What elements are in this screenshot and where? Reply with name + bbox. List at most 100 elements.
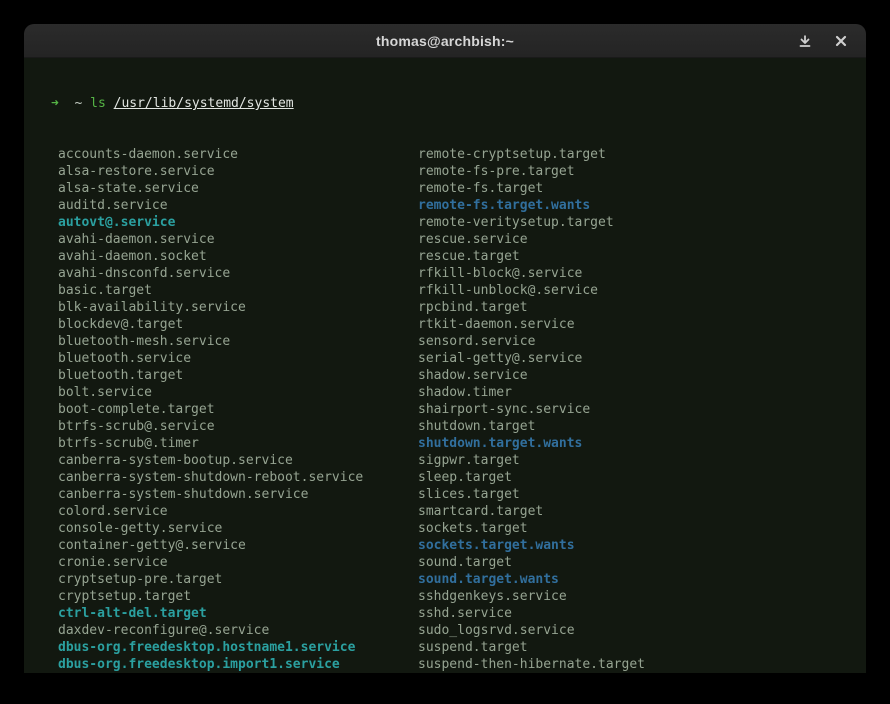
file-entry: suspend-then-hibernate.target [418, 657, 645, 672]
titlebar[interactable]: thomas@archbish:~ [24, 24, 866, 58]
file-entry: boot-complete.target [58, 401, 418, 418]
terminal-output[interactable]: ➜ ~ ls /usr/lib/systemd/system accounts-… [24, 58, 866, 673]
file-entry: btrfs-scrub@.timer [58, 435, 418, 452]
file-row: auditd.serviceremote-fs.target.wants [51, 197, 866, 214]
file-entry: basic.target [58, 282, 418, 299]
file-row: blockdev@.targetrtkit-daemon.service [51, 316, 866, 333]
file-entry: shadow.service [418, 368, 528, 383]
file-entry: smartcard.target [418, 504, 543, 519]
file-listing: accounts-daemon.serviceremote-cryptsetup… [51, 146, 866, 673]
close-button[interactable] [830, 30, 852, 52]
titlebar-buttons [794, 24, 852, 57]
file-entry: blk-availability.service [58, 299, 418, 316]
file-entry: remote-fs.target.wants [418, 198, 590, 213]
prompt-line: ➜ ~ ls /usr/lib/systemd/system [51, 95, 866, 112]
file-entry: sound.target.wants [418, 572, 559, 587]
file-row: colord.servicesmartcard.target [51, 503, 866, 520]
file-entry: avahi-daemon.service [58, 231, 418, 248]
file-entry: shadow.timer [418, 385, 512, 400]
prompt-arrow: ➜ [51, 96, 59, 111]
file-row: bluetooth.targetshadow.service [51, 367, 866, 384]
file-row: blk-availability.servicerpcbind.target [51, 299, 866, 316]
file-entry: sockets.target.wants [418, 538, 575, 553]
file-entry: shutdown.target [418, 419, 535, 434]
terminal-window: thomas@archbish:~ ➜ [24, 24, 866, 673]
file-entry: accounts-daemon.service [58, 146, 418, 163]
file-entry: remote-veritysetup.target [418, 215, 614, 230]
file-entry: sockets.target [418, 521, 528, 536]
file-row: avahi-dnsconfd.servicerfkill-block@.serv… [51, 265, 866, 282]
file-entry: dbus-org.freedesktop.hostname1.service [58, 639, 418, 656]
file-entry: sigpwr.target [418, 453, 520, 468]
file-row: btrfs-scrub@.timershutdown.target.wants [51, 435, 866, 452]
file-entry: cronie.service [58, 554, 418, 571]
file-row: autovt@.serviceremote-veritysetup.target [51, 214, 866, 231]
file-entry: avahi-daemon.socket [58, 248, 418, 265]
file-row: avahi-daemon.socketrescue.target [51, 248, 866, 265]
file-entry: alsa-state.service [58, 180, 418, 197]
file-entry: canberra-system-shutdown-reboot.service [58, 469, 418, 486]
file-entry: remote-fs.target [418, 181, 543, 196]
file-entry: remote-cryptsetup.target [418, 147, 606, 162]
file-entry: sshd.service [418, 606, 512, 621]
file-entry: dbus-org.freedesktop.import1.service [58, 656, 418, 673]
file-entry: shutdown.target.wants [418, 436, 582, 451]
file-row: canberra-system-bootup.servicesigpwr.tar… [51, 452, 866, 469]
file-row: console-getty.servicesockets.target [51, 520, 866, 537]
file-entry: rescue.service [418, 232, 528, 247]
prompt-command: ls [90, 96, 106, 111]
file-row: basic.targetrfkill-unblock@.service [51, 282, 866, 299]
file-row: cronie.servicesound.target [51, 554, 866, 571]
file-entry: autovt@.service [58, 214, 418, 231]
file-entry: bluetooth.service [58, 350, 418, 367]
file-entry: daxdev-reconfigure@.service [58, 622, 418, 639]
file-entry: colord.service [58, 503, 418, 520]
file-entry: bolt.service [58, 384, 418, 401]
file-entry: btrfs-scrub@.service [58, 418, 418, 435]
file-entry: alsa-restore.service [58, 163, 418, 180]
file-row: boot-complete.targetshairport-sync.servi… [51, 401, 866, 418]
file-row: bolt.serviceshadow.timer [51, 384, 866, 401]
file-entry: sensord.service [418, 334, 535, 349]
file-row: canberra-system-shutdown-reboot.services… [51, 469, 866, 486]
file-row: dbus-org.freedesktop.import1.servicesusp… [51, 656, 866, 673]
file-entry: cryptsetup.target [58, 588, 418, 605]
file-entry: serial-getty@.service [418, 351, 582, 366]
file-entry: canberra-system-bootup.service [58, 452, 418, 469]
file-entry: avahi-dnsconfd.service [58, 265, 418, 282]
file-entry: bluetooth-mesh.service [58, 333, 418, 350]
file-entry: rtkit-daemon.service [418, 317, 575, 332]
prompt-argument: /usr/lib/systemd/system [114, 96, 294, 111]
file-entry: sound.target [418, 555, 512, 570]
download-button[interactable] [794, 30, 816, 52]
file-entry: container-getty@.service [58, 537, 418, 554]
close-icon [835, 35, 847, 47]
file-entry: remote-fs-pre.target [418, 164, 575, 179]
file-entry: cryptsetup-pre.target [58, 571, 418, 588]
file-entry: auditd.service [58, 197, 418, 214]
file-row: canberra-system-shutdown.serviceslices.t… [51, 486, 866, 503]
file-row: accounts-daemon.serviceremote-cryptsetup… [51, 146, 866, 163]
file-entry: ctrl-alt-del.target [58, 605, 418, 622]
file-row: cryptsetup.targetsshdgenkeys.service [51, 588, 866, 605]
file-entry: blockdev@.target [58, 316, 418, 333]
file-entry: bluetooth.target [58, 367, 418, 384]
file-entry: rfkill-block@.service [418, 266, 582, 281]
file-row: cryptsetup-pre.targetsound.target.wants [51, 571, 866, 588]
file-entry: sleep.target [418, 470, 512, 485]
file-row: container-getty@.servicesockets.target.w… [51, 537, 866, 554]
file-row: ctrl-alt-del.targetsshd.service [51, 605, 866, 622]
file-entry: console-getty.service [58, 520, 418, 537]
file-row: alsa-state.serviceremote-fs.target [51, 180, 866, 197]
file-entry: rfkill-unblock@.service [418, 283, 598, 298]
file-row: daxdev-reconfigure@.servicesudo_logsrvd.… [51, 622, 866, 639]
file-row: dbus-org.freedesktop.hostname1.servicesu… [51, 639, 866, 656]
file-row: alsa-restore.serviceremote-fs-pre.target [51, 163, 866, 180]
file-row: bluetooth-mesh.servicesensord.service [51, 333, 866, 350]
window-title: thomas@archbish:~ [376, 33, 514, 49]
file-row: bluetooth.serviceserial-getty@.service [51, 350, 866, 367]
file-entry: rpcbind.target [418, 300, 528, 315]
file-row: btrfs-scrub@.serviceshutdown.target [51, 418, 866, 435]
download-icon [798, 34, 812, 48]
file-entry: rescue.target [418, 249, 520, 264]
